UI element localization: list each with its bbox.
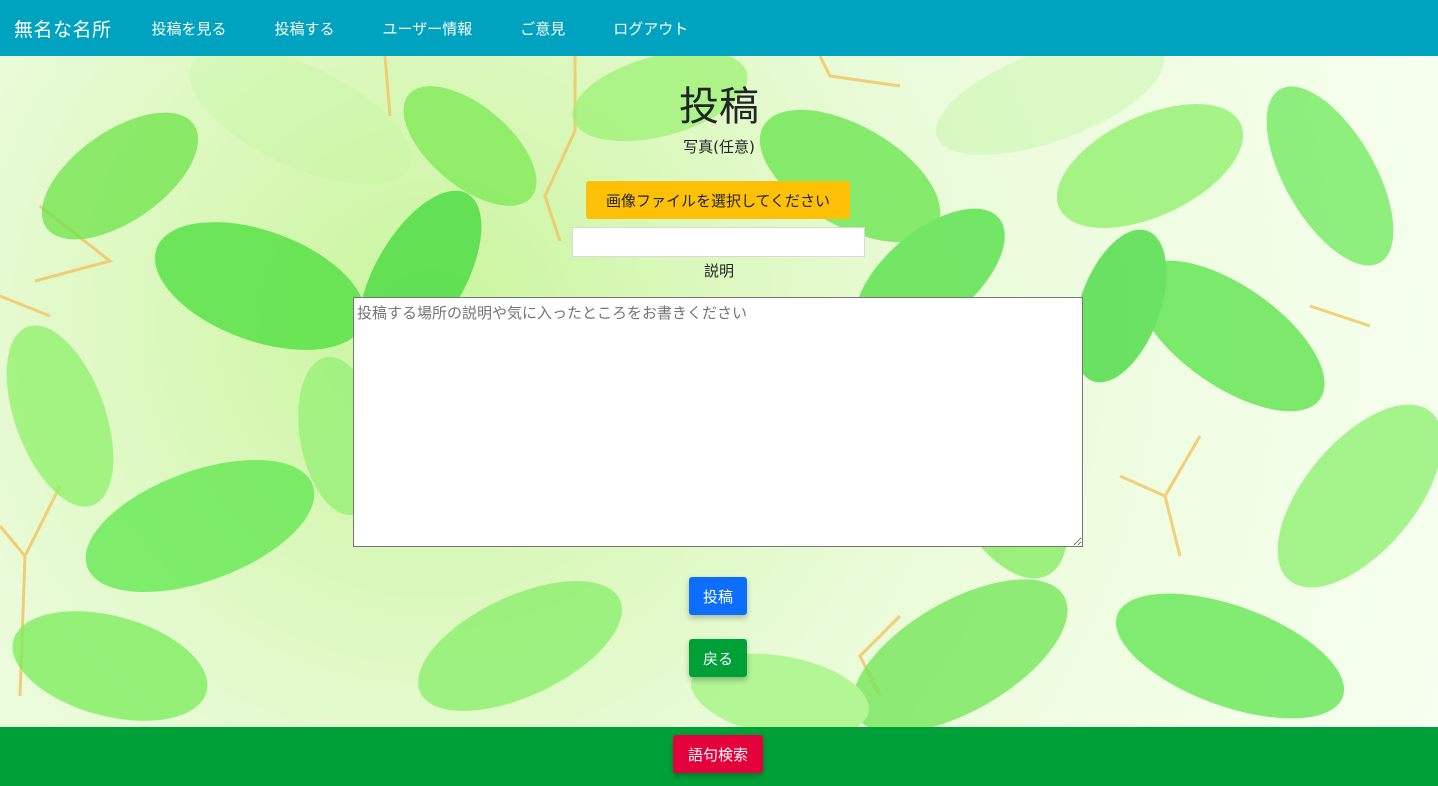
nav-links: 投稿を見る 投稿する ユーザー情報 ご意見 ログアウト xyxy=(152,18,737,39)
description-label: 説明 xyxy=(703,262,734,280)
nav-link-feedback[interactable]: ご意見 xyxy=(520,18,565,39)
top-navbar: 無名な名所 投稿を見る 投稿する ユーザー情報 ご意見 ログアウト xyxy=(0,0,1438,56)
submit-post-button[interactable]: 投稿 xyxy=(689,577,747,615)
brand-logo-link[interactable]: 無名な名所 xyxy=(14,15,112,42)
file-name-field[interactable] xyxy=(572,227,865,257)
nav-link-logout[interactable]: ログアウト xyxy=(613,18,688,39)
keyword-search-button[interactable]: 語句検索 xyxy=(673,735,763,773)
choose-image-file-button[interactable]: 画像ファイルを選択してください xyxy=(586,181,850,219)
nav-link-create-post[interactable]: 投稿する xyxy=(275,18,335,39)
photo-label: 写真(任意) xyxy=(683,138,755,156)
post-form-section: 投稿 写真(任意) 画像ファイルを選択してください 説明 投稿 戻る xyxy=(0,56,1438,727)
nav-link-view-posts[interactable]: 投稿を見る xyxy=(152,18,227,39)
back-button[interactable]: 戻る xyxy=(689,639,747,677)
description-textarea[interactable] xyxy=(353,297,1083,547)
nav-link-user-info[interactable]: ユーザー情報 xyxy=(383,18,473,39)
footer-bar: 語句検索 xyxy=(0,727,1438,786)
page-title: 投稿 xyxy=(679,84,759,130)
